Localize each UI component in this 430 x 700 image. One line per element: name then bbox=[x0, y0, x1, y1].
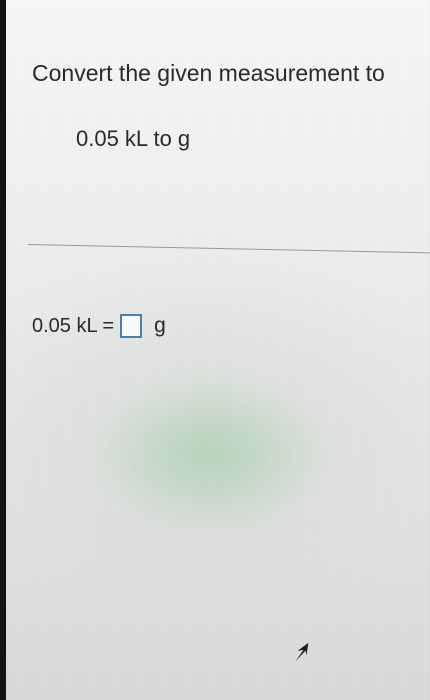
photo-frame: Convert the given measurement to 0.05 kL… bbox=[0, 0, 430, 700]
answer-lhs-label: 0.05 kL = bbox=[32, 314, 115, 337]
answer-input-box[interactable] bbox=[120, 314, 143, 338]
question-screen: Convert the given measurement to 0.05 kL… bbox=[6, 0, 430, 700]
answer-row: 0.05 kL = g bbox=[32, 314, 166, 338]
question-title: Convert the given measurement to bbox=[32, 60, 385, 86]
section-divider bbox=[27, 244, 430, 254]
answer-unit-label: g bbox=[154, 314, 166, 337]
mouse-pointer-icon bbox=[295, 642, 309, 662]
question-prompt: 0.05 kL to g bbox=[76, 126, 191, 151]
